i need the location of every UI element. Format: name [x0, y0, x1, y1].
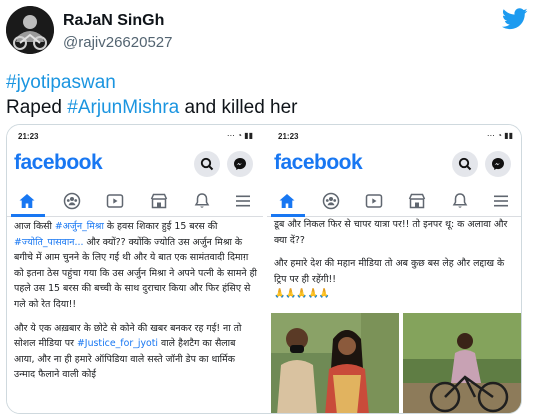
avatar[interactable]: [6, 6, 54, 54]
groups-icon: [321, 191, 341, 211]
body-prefix: Raped: [6, 97, 68, 118]
messenger-icon: [227, 151, 253, 177]
screenshot-left[interactable]: 21:23 ⋯ ◔ ▮▮ facebook आज किसी #अर्जुन_मि…: [7, 125, 265, 413]
prayer-emojis: 🙏🙏🙏🙏🙏: [274, 289, 331, 300]
search-icon: [194, 151, 220, 177]
post-paragraph: और ये एक अख़बार के छोटे से कोने की खबर ब…: [14, 321, 258, 383]
status-time: 21:23: [18, 132, 39, 141]
post-hashtag: #Justice_for_jyoti: [76, 338, 159, 350]
bell-icon: [192, 191, 212, 211]
photo-man-and-girl: [271, 313, 399, 413]
post-hashtag: #ज्योति_पासवान...: [14, 236, 84, 248]
photo-girl-on-bicycle: [403, 313, 521, 413]
messenger-icon: [485, 151, 511, 177]
facebook-logo: facebook: [274, 151, 363, 174]
home-icon: [277, 191, 297, 211]
display-name[interactable]: RaJaN SinGh: [63, 12, 164, 30]
facebook-nav-tabs: [267, 185, 521, 217]
watch-icon: [364, 191, 384, 211]
home-icon: [17, 191, 37, 211]
post-text-run: के हवस शिकार हुई 15 बरस की: [103, 221, 218, 232]
facebook-top-bar: facebook: [267, 147, 521, 181]
avatar-image: [6, 6, 54, 54]
status-bar: 21:23 ⋯ ◔ ▮▮: [267, 125, 521, 145]
status-icons: ⋯ ◔ ▮▮: [226, 131, 253, 140]
screenshot-right[interactable]: 21:23 ⋯ ◔ ▮▮ facebook डूब और निकल फिर से…: [267, 125, 521, 413]
twitter-bird-icon[interactable]: [502, 8, 528, 30]
media-attachments[interactable]: 21:23 ⋯ ◔ ▮▮ facebook आज किसी #अर्जुन_मि…: [6, 124, 522, 414]
tweet-body: Raped #ArjunMishra and killed her: [6, 95, 298, 120]
facebook-post-text: डूब और निकल फिर से चापर यात्रा पर!! तो इ…: [274, 217, 514, 301]
facebook-top-bar: facebook: [7, 147, 263, 181]
search-icon: [452, 151, 478, 177]
post-paragraph: और हमारे देश की महान मीडिया तो अब कुछ बस…: [274, 258, 505, 285]
marketplace-icon: [149, 191, 169, 211]
post-paragraph: डूब और निकल फिर से चापर यात्रा पर!! तो इ…: [274, 219, 508, 246]
status-bar: 21:23 ⋯ ◔ ▮▮: [7, 125, 263, 145]
facebook-logo: facebook: [14, 151, 103, 174]
post-text-run: आज किसी: [14, 221, 55, 232]
user-handle[interactable]: @rajiv26620527: [63, 34, 172, 51]
hashtag-link[interactable]: #jyotipaswan: [6, 72, 116, 93]
watch-icon: [105, 191, 125, 211]
status-icons: ⋯ ◔ ▮▮: [486, 131, 513, 140]
marketplace-icon: [407, 191, 427, 211]
bell-icon: [450, 191, 470, 211]
menu-icon: [491, 191, 511, 211]
tweet-header: RaJaN SinGh @rajiv26620527: [6, 6, 528, 58]
facebook-nav-tabs: [7, 185, 263, 217]
photo-image: [403, 313, 521, 413]
photo-image: [271, 313, 399, 413]
hashtag-line[interactable]: #jyotipaswan: [6, 70, 298, 95]
body-suffix: and killed her: [179, 97, 298, 118]
menu-icon: [233, 191, 253, 211]
post-paragraph: आज किसी #अर्जुन_मिश्रा के हवस शिकार हुई …: [14, 219, 258, 313]
post-hashtag: #अर्जुन_मिश्रा: [54, 221, 104, 232]
status-time: 21:23: [278, 132, 299, 141]
facebook-post-text: आज किसी #अर्जुन_मिश्रा के हवस शिकार हुई …: [14, 219, 258, 391]
groups-icon: [62, 191, 82, 211]
mention-hashtag-link[interactable]: #ArjunMishra: [67, 97, 179, 118]
active-tab-indicator: [11, 214, 45, 217]
tweet-text: #jyotipaswan Raped #ArjunMishra and kill…: [6, 70, 298, 120]
tweet-card: RaJaN SinGh @rajiv26620527 #jyotipaswan …: [0, 0, 534, 417]
